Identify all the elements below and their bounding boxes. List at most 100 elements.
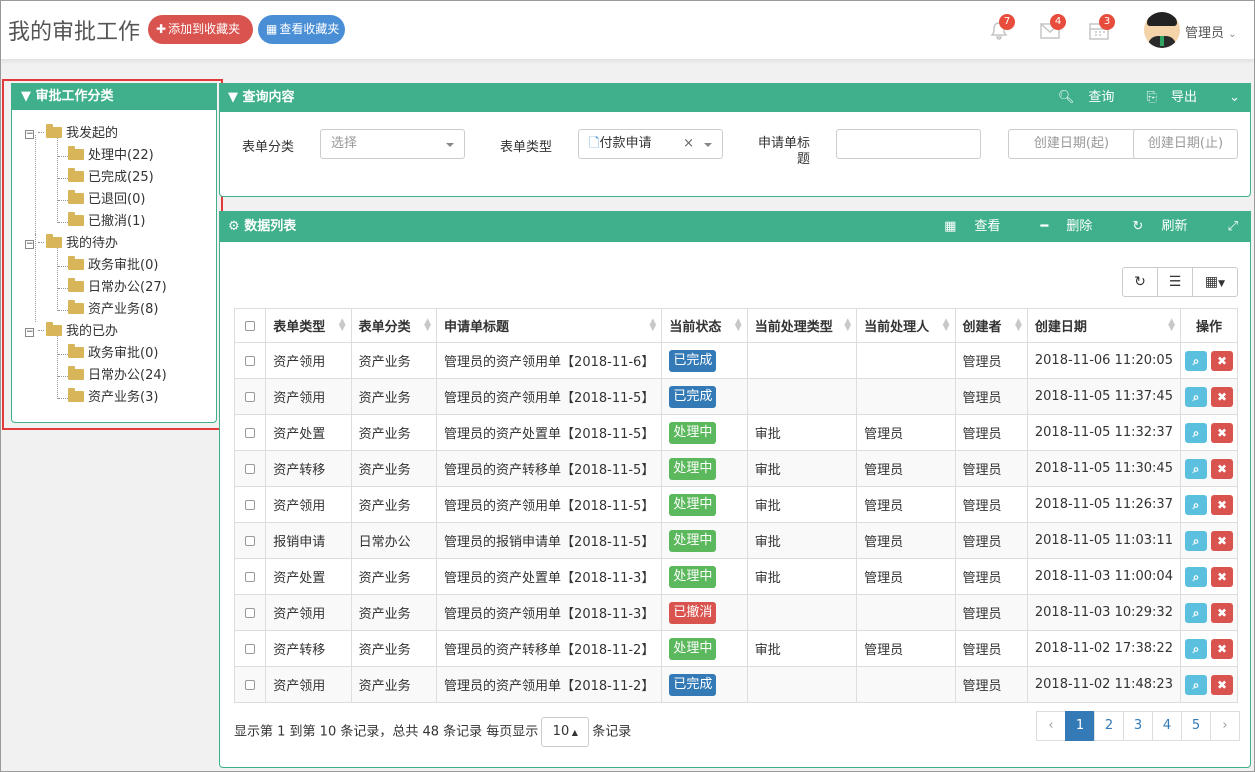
- tree-item[interactable]: 资产业务(8): [68, 300, 158, 320]
- table-row[interactable]: 资产处置 资产业务 管理员的资产处置单【2018-11-5】 处理中 审批 管理员 管理员 2…: [233, 414, 1238, 451]
- fullscreen-button[interactable]: ⤢: [1210, 219, 1238, 234]
- user-menu[interactable]: 管理员 ⌄: [1185, 22, 1237, 41]
- row-checkbox[interactable]: [245, 679, 256, 690]
- date-start-input[interactable]: 创建日期(起): [1008, 129, 1135, 159]
- collapse-icon[interactable]: −: [25, 240, 34, 249]
- table-row[interactable]: 报销申请 日常办公 管理员的报销申请单【2018-11-5】 处理中 审批 管理员 管理员 2…: [233, 522, 1238, 559]
- tree-item[interactable]: 已完成(25): [68, 168, 154, 188]
- row-select-cell[interactable]: [233, 342, 267, 379]
- row-view-button[interactable]: ⌕: [1185, 674, 1207, 695]
- table-refresh-button[interactable]: ↻: [1122, 267, 1158, 297]
- table-row[interactable]: 资产领用 资产业务 管理员的资产领用单【2018-11-5】 处理中 审批 管理员 管理员 2…: [233, 486, 1238, 523]
- column-header[interactable]: 申请单标题 ▲ ▼: [436, 308, 663, 343]
- form-type-select[interactable]: 🗋︎付款申请 ×: [578, 129, 723, 159]
- title-filter-input[interactable]: [836, 129, 981, 159]
- row-select-cell[interactable]: [233, 414, 267, 451]
- row-select-cell[interactable]: [233, 522, 267, 559]
- collapse-icon[interactable]: −: [25, 130, 34, 139]
- select-all-checkbox[interactable]: [245, 320, 256, 331]
- tree-group-done[interactable]: − 我的已办: [25, 322, 118, 342]
- table-row[interactable]: 资产领用 资产业务 管理员的资产领用单【2018-11-2】 已完成 管理员 2018-1…: [233, 666, 1238, 703]
- row-delete-button[interactable]: ✖: [1211, 350, 1233, 371]
- prev-page-button[interactable]: ‹: [1036, 711, 1066, 741]
- row-delete-button[interactable]: ✖: [1211, 566, 1233, 587]
- table-row[interactable]: 资产转移 资产业务 管理员的资产转移单【2018-11-2】 处理中 审批 管理员 管理员 2…: [233, 630, 1238, 667]
- tree-item[interactable]: 处理中(22): [68, 146, 154, 166]
- export-button[interactable]: ⎘ 导出: [1133, 90, 1197, 105]
- row-select-cell[interactable]: [233, 486, 267, 523]
- form-category-select[interactable]: 选择: [320, 129, 465, 159]
- refresh-button[interactable]: ↻ 刷新: [1115, 219, 1188, 234]
- clear-selection-button[interactable]: ×: [683, 130, 694, 158]
- row-select-cell[interactable]: [233, 594, 267, 631]
- tree-item[interactable]: 政务审批(0): [68, 344, 158, 364]
- table-row[interactable]: 资产领用 资产业务 管理员的资产领用单【2018-11-3】 已撤消 管理员 2018-1…: [233, 594, 1238, 631]
- row-delete-button[interactable]: ✖: [1211, 494, 1233, 515]
- table-row[interactable]: 资产转移 资产业务 管理员的资产转移单【2018-11-5】 处理中 审批 管理员 管理员 2…: [233, 450, 1238, 487]
- row-select-cell[interactable]: [233, 558, 267, 595]
- column-header[interactable]: 创建日期 ▲ ▼: [1026, 308, 1182, 343]
- tree-item[interactable]: 政务审批(0): [68, 256, 158, 276]
- column-header[interactable]: 创建者 ▲ ▼: [954, 308, 1028, 343]
- mail-button[interactable]: 4: [1038, 14, 1066, 42]
- row-checkbox[interactable]: [245, 427, 256, 438]
- row-checkbox[interactable]: [245, 571, 256, 582]
- tree-item[interactable]: 日常办公(27): [68, 278, 167, 298]
- delete-button[interactable]: ━ 删除: [1023, 219, 1093, 234]
- tree-item[interactable]: 日常办公(24): [68, 366, 167, 386]
- page-button[interactable]: 3: [1123, 711, 1153, 741]
- table-row[interactable]: 资产领用 资产业务 管理员的资产领用单【2018-11-5】 已完成 管理员 2018-1…: [233, 378, 1238, 415]
- row-select-cell[interactable]: [233, 378, 267, 415]
- table-row[interactable]: 资产处置 资产业务 管理员的资产处置单【2018-11-3】 处理中 审批 管理员 管理员 2…: [233, 558, 1238, 595]
- select-all-cell[interactable]: [233, 308, 267, 343]
- row-select-cell[interactable]: [233, 450, 267, 487]
- tree-group-todo[interactable]: − 我的待办: [25, 234, 118, 254]
- row-checkbox[interactable]: [245, 499, 256, 510]
- column-header[interactable]: 表单分类 ▲ ▼: [350, 308, 438, 343]
- next-page-button[interactable]: ›: [1210, 711, 1240, 741]
- row-delete-button[interactable]: ✖: [1211, 458, 1233, 479]
- row-select-cell[interactable]: [233, 666, 267, 703]
- page-button[interactable]: 5: [1181, 711, 1211, 741]
- view-button[interactable]: ▦ 查看: [926, 219, 1000, 234]
- row-delete-button[interactable]: ✖: [1211, 530, 1233, 551]
- row-view-button[interactable]: ⌕: [1185, 566, 1207, 587]
- table-row[interactable]: 资产领用 资产业务 管理员的资产领用单【2018-11-6】 已完成 管理员 2018-1…: [233, 342, 1238, 379]
- row-checkbox[interactable]: [245, 643, 256, 654]
- page-button[interactable]: 1: [1065, 711, 1095, 741]
- page-button[interactable]: 2: [1094, 711, 1124, 741]
- notification-bell[interactable]: 7: [987, 14, 1015, 42]
- row-view-button[interactable]: ⌕: [1185, 602, 1207, 623]
- row-checkbox[interactable]: [245, 607, 256, 618]
- tree-item[interactable]: 已退回(0): [68, 190, 145, 210]
- add-to-favorites-button[interactable]: ✚ 添加到收藏夹: [148, 15, 253, 44]
- row-select-cell[interactable]: [233, 630, 267, 667]
- row-view-button[interactable]: ⌕: [1185, 494, 1207, 515]
- row-checkbox[interactable]: [245, 463, 256, 474]
- row-delete-button[interactable]: ✖: [1211, 638, 1233, 659]
- view-favorites-button[interactable]: ▦ 查看收藏夹: [258, 15, 345, 44]
- page-size-select[interactable]: 10 ▲: [541, 717, 590, 747]
- collapse-icon[interactable]: −: [25, 328, 34, 337]
- row-checkbox[interactable]: [245, 535, 256, 546]
- column-header[interactable]: 当前处理类型 ▲ ▼: [746, 308, 858, 343]
- tree-group-initiated[interactable]: − 我发起的: [25, 124, 118, 144]
- toggle-view-button[interactable]: ☰: [1157, 267, 1193, 297]
- columns-button[interactable]: ▦▼: [1192, 267, 1238, 297]
- row-view-button[interactable]: ⌕: [1185, 530, 1207, 551]
- date-end-input[interactable]: 创建日期(止): [1133, 129, 1238, 159]
- row-delete-button[interactable]: ✖: [1211, 674, 1233, 695]
- column-header[interactable]: 当前状态 ▲ ▼: [661, 308, 748, 343]
- row-view-button[interactable]: ⌕: [1185, 386, 1207, 407]
- row-delete-button[interactable]: ✖: [1211, 602, 1233, 623]
- row-view-button[interactable]: ⌕: [1185, 350, 1207, 371]
- row-delete-button[interactable]: ✖: [1211, 386, 1233, 407]
- row-checkbox[interactable]: [245, 355, 256, 366]
- row-view-button[interactable]: ⌕: [1185, 638, 1207, 659]
- tree-item[interactable]: 已撤消(1): [68, 212, 145, 232]
- row-view-button[interactable]: ⌕: [1185, 458, 1207, 479]
- row-delete-button[interactable]: ✖: [1211, 422, 1233, 443]
- search-button[interactable]: 🔍︎ 查询: [1044, 90, 1115, 105]
- column-header[interactable]: 表单类型 ▲ ▼: [265, 308, 352, 343]
- avatar[interactable]: [1144, 12, 1180, 48]
